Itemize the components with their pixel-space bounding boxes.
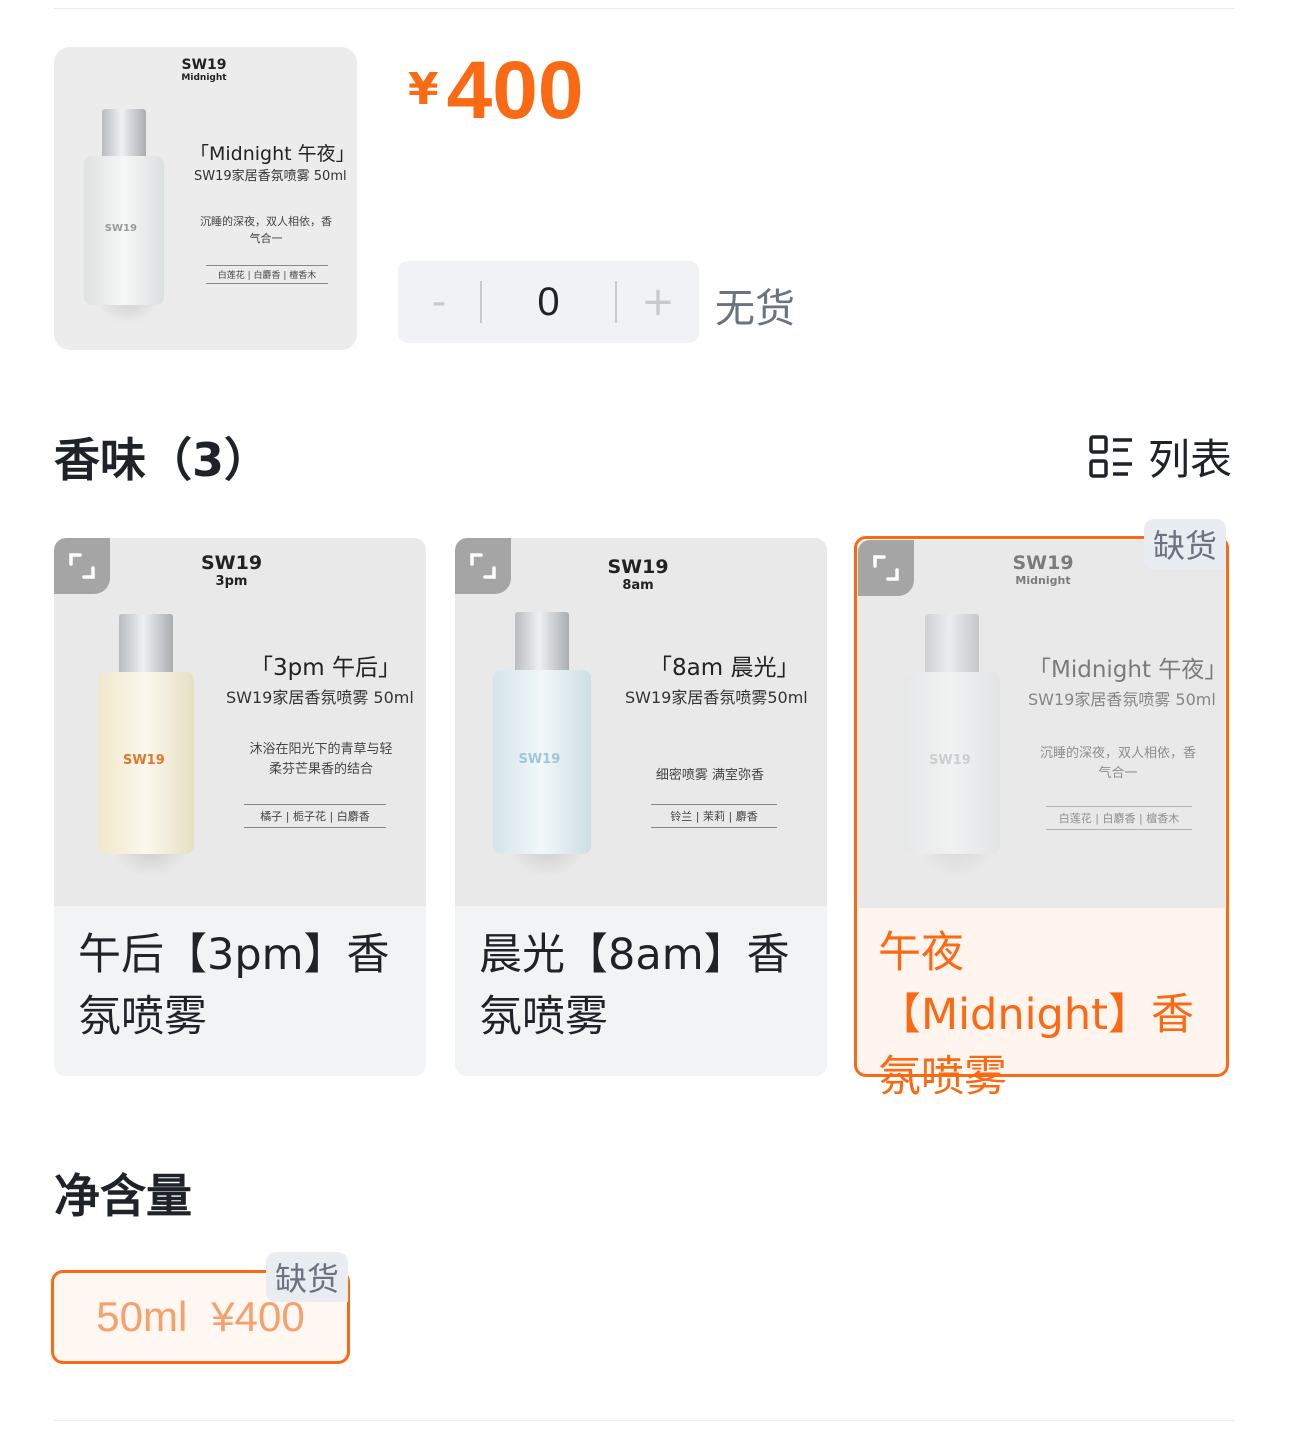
scent-option-3pm[interactable]: SW19 3pm SW19 「3pm 午后」 SW19家居香氛喷雾 50ml 沐… <box>54 538 426 1076</box>
bottom-divider <box>54 1420 1235 1421</box>
scent-image-desc: 沐浴在阳光下的青草与轻柔芬芒果香的结合 <box>249 742 393 777</box>
thumb-desc: 沉睡的深夜，双人相依，香气合一 <box>200 215 332 245</box>
bottle-image: SW19 <box>98 614 194 878</box>
size-label: 50ml <box>96 1293 188 1340</box>
bottle-image: SW19 <box>904 614 1000 878</box>
thumb-subtitle: SW19家居香氛喷雾 50ml <box>194 169 347 184</box>
size-section-title: 净含量 <box>54 1169 192 1223</box>
quantity-stepper: - 0 + <box>398 261 699 343</box>
out-of-stock-badge: 缺货 <box>266 1252 349 1302</box>
scent-option-midnight[interactable]: SW19 Midnight SW19 「Midnight 午夜」 SW19家居香… <box>854 519 1229 1102</box>
product-thumbnail[interactable]: SW19 Midnight SW19 「Midnight 午夜」 SW19家居香… <box>54 47 357 350</box>
product-price: ¥400 <box>408 44 583 138</box>
scent-image: SW19 8am SW19 「8am 晨光」 SW19家居香氛喷雾50ml 细密… <box>455 538 827 906</box>
scent-image-title: 「8am 晨光」 <box>649 655 800 681</box>
expand-icon[interactable] <box>54 538 110 594</box>
list-view-label: 列表 <box>1147 435 1232 484</box>
thumb-title: 「Midnight 午夜」 <box>190 143 355 165</box>
price-amount: 400 <box>446 45 584 136</box>
out-of-stock-badge: 缺货 <box>1143 519 1226 569</box>
thumb-bottle-image: SW19 <box>84 109 164 325</box>
list-view-icon <box>1088 434 1134 480</box>
scent-image-notes: 铃兰 | 茉莉 | 麝香 <box>651 804 777 828</box>
scent-image: SW19 3pm SW19 「3pm 午后」 SW19家居香氛喷雾 50ml 沐… <box>54 538 426 906</box>
expand-icon[interactable] <box>858 540 914 596</box>
scent-image-notes: 橘子 | 栀子花 | 白麝香 <box>244 804 386 828</box>
quantity-value[interactable]: 0 <box>482 280 615 325</box>
expand-icon[interactable] <box>455 538 511 594</box>
increment-button[interactable]: + <box>617 261 699 343</box>
scent-image-title: 「Midnight 午夜」 <box>1028 657 1225 683</box>
scent-image-desc: 细密喷雾 满室弥香 <box>655 768 765 783</box>
scent-image-subtitle: SW19家居香氛喷雾 50ml <box>226 688 414 707</box>
scent-image-title: 「3pm 午后」 <box>250 655 401 681</box>
scent-image-notes: 白莲花 | 白麝香 | 檀香木 <box>1046 806 1192 830</box>
list-view-toggle[interactable]: 列表 <box>1088 426 1232 487</box>
top-divider <box>54 8 1235 9</box>
scent-name: 午后【3pm】香氛喷雾 <box>78 930 390 1042</box>
bottle-image: SW19 <box>493 612 591 879</box>
thumb-brand: SW19 Midnight <box>181 57 227 83</box>
scent-image: SW19 Midnight SW19 「Midnight 午夜」 SW19家居香… <box>858 540 1225 908</box>
currency-symbol: ¥ <box>408 64 439 115</box>
scent-image-desc: 沉睡的深夜，双人相依，香气合一 <box>1039 746 1196 781</box>
scent-name: 午夜【Midnight】香氛喷雾 <box>878 928 1194 1102</box>
scent-section-title: 香味（3） <box>54 433 271 487</box>
decrement-button[interactable]: - <box>398 261 480 343</box>
scent-name: 晨光【8am】香氛喷雾 <box>479 930 790 1042</box>
stock-status: 无货 <box>715 286 795 332</box>
scent-image-subtitle: SW19家居香氛喷雾50ml <box>625 688 808 707</box>
scent-image-subtitle: SW19家居香氛喷雾 50ml <box>1028 690 1216 709</box>
thumb-notes: 白莲花 | 白麝香 | 檀香木 <box>206 265 328 284</box>
scent-option-8am[interactable]: SW19 8am SW19 「8am 晨光」 SW19家居香氛喷雾50ml 细密… <box>455 538 827 1076</box>
